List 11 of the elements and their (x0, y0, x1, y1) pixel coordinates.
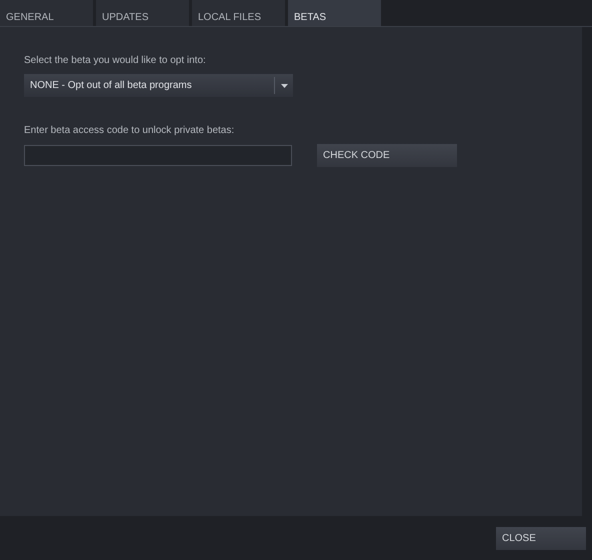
tab[interactable]: LOCAL FILES (192, 0, 285, 26)
tab[interactable]: UPDATES (96, 0, 189, 26)
beta-dropdown[interactable]: NONE - Opt out of all beta programs (24, 74, 293, 97)
close-button[interactable]: CLOSE (496, 526, 586, 550)
access-code-field[interactable] (24, 145, 292, 166)
tab[interactable]: GENERAL (0, 0, 93, 26)
access-code-label: Enter beta access code to unlock private betas: (24, 125, 236, 136)
tab[interactable]: BETAS (288, 0, 381, 26)
beta-select-label: Select the beta you would like to opt into: (24, 55, 207, 66)
check-code-button[interactable]: CHECK CODE (317, 144, 457, 167)
caret-icon (280, 84, 288, 88)
